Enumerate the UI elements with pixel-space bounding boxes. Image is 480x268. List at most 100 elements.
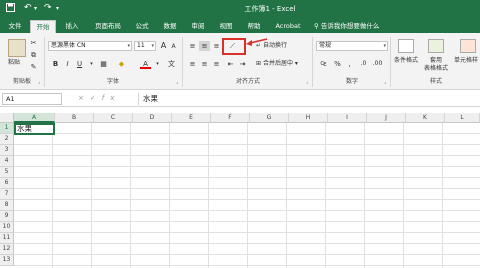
row-header[interactable]: 8 xyxy=(0,200,14,211)
paste-icon[interactable] xyxy=(8,39,26,57)
column-header[interactable]: D xyxy=(133,113,172,123)
row-header[interactable]: 2 xyxy=(0,134,14,145)
align-right-icon[interactable]: ≡ xyxy=(211,59,222,69)
paste-button-label[interactable]: 粘贴 xyxy=(8,59,20,67)
shrink-font-button[interactable]: A xyxy=(168,42,179,52)
font-size-combo[interactable]: 11 ▾ xyxy=(134,41,156,51)
tab-review[interactable]: 审阅 xyxy=(186,20,210,33)
alignment-group-label: 对齐方式 xyxy=(235,78,260,85)
align-middle-icon[interactable]: ≡ xyxy=(199,41,210,51)
decrease-decimal-icon[interactable]: .00 xyxy=(372,59,383,69)
title-bar: ↶ ▾ ↷ ▾ 工作簿1 - Excel xyxy=(0,0,480,18)
column-header[interactable]: C xyxy=(94,113,133,123)
align-top-icon[interactable]: ≡ xyxy=(187,41,198,51)
accounting-format-icon[interactable]: ₠ xyxy=(318,59,329,69)
alignment-launcher-icon[interactable]: ⌟ xyxy=(306,79,308,85)
borders-icon[interactable]: ▦ xyxy=(98,59,109,69)
name-box[interactable]: A1 xyxy=(2,93,62,105)
tab-page-layout[interactable]: 页面布局 xyxy=(90,20,126,33)
cell-styles-label[interactable]: 单元格样 xyxy=(454,57,478,65)
lightbulb-icon: ⚲ xyxy=(314,22,319,30)
cancel-icon[interactable]: × xyxy=(78,94,90,102)
row-header[interactable]: 13 xyxy=(0,255,14,266)
formula-bar: A1 ×✓fx 水果 xyxy=(0,91,480,107)
conditional-format-label[interactable]: 条件格式 xyxy=(394,57,418,65)
column-header[interactable]: B xyxy=(55,113,94,123)
font-name-combo[interactable]: 思源黑体 CN ▾ xyxy=(48,41,132,51)
separator xyxy=(390,37,391,87)
italic-button[interactable]: I xyxy=(62,59,73,69)
row-header[interactable]: 9 xyxy=(0,211,14,222)
row-header[interactable]: 11 xyxy=(0,233,14,244)
enter-icon[interactable]: ✓ xyxy=(90,94,102,102)
copy-icon[interactable]: ⧉ xyxy=(28,50,39,60)
column-header[interactable]: L xyxy=(445,113,480,123)
column-header[interactable]: H xyxy=(289,113,328,123)
align-left-icon[interactable]: ≡ xyxy=(187,59,198,69)
row-header[interactable]: 5 xyxy=(0,167,14,178)
column-header[interactable]: E xyxy=(172,113,211,123)
increase-decimal-icon[interactable]: .0 xyxy=(358,59,369,69)
number-group-label: 数字 xyxy=(345,78,358,85)
clipboard-group-label: 剪贴板 xyxy=(12,78,31,85)
underline-dropdown-icon[interactable]: ▾ xyxy=(86,59,97,69)
column-header[interactable]: F xyxy=(211,113,250,123)
decrease-indent-icon[interactable]: ⇤ xyxy=(225,59,236,69)
formula-input[interactable]: 水果 xyxy=(138,93,476,105)
tab-data[interactable]: 数据 xyxy=(158,20,182,33)
number-format-combo[interactable]: 常规 ▾ xyxy=(316,41,388,51)
font-color-button[interactable]: A xyxy=(140,59,151,69)
cut-icon[interactable]: ✂ xyxy=(28,38,39,48)
row-header[interactable]: 3 xyxy=(0,145,14,156)
format-as-table-icon[interactable] xyxy=(428,39,444,53)
tab-file[interactable]: 文件 xyxy=(4,20,26,33)
tab-formulas[interactable]: 公式 xyxy=(130,20,154,33)
conditional-format-icon[interactable] xyxy=(398,39,414,53)
tab-view[interactable]: 视图 xyxy=(214,20,238,33)
active-cell-a1[interactable]: 水果 xyxy=(14,123,55,135)
annotation-highlight-box xyxy=(222,38,246,55)
select-all-corner[interactable] xyxy=(0,113,14,123)
align-center-icon[interactable]: ≡ xyxy=(199,59,210,69)
tab-help[interactable]: 帮助 xyxy=(242,20,266,33)
tell-me-search[interactable]: ⚲ 告诉我你想要做什么 xyxy=(314,20,379,32)
row-header[interactable]: 12 xyxy=(0,244,14,255)
clipboard-launcher-icon[interactable]: ⌟ xyxy=(38,79,40,85)
tab-home[interactable]: 开始 xyxy=(30,20,56,33)
tab-acrobat[interactable]: Acrobat xyxy=(270,20,306,33)
chevron-down-icon: ▾ xyxy=(294,60,298,67)
tell-me-text: 告诉我你想要做什么 xyxy=(320,22,380,30)
merge-center-button[interactable]: ⊞ 合并后居中 ▾ xyxy=(256,60,298,68)
column-header[interactable]: A xyxy=(14,113,55,123)
row-header[interactable]: 1 xyxy=(0,123,14,134)
comma-style-icon[interactable]: , xyxy=(344,59,355,69)
column-header[interactable]: I xyxy=(328,113,367,123)
format-as-table-label2[interactable]: 表格格式 xyxy=(424,65,448,73)
increase-indent-icon[interactable]: ⇥ xyxy=(237,59,248,69)
cell-area[interactable] xyxy=(14,123,480,268)
percent-icon[interactable]: % xyxy=(332,59,343,69)
underline-button[interactable]: U xyxy=(74,59,85,69)
format-painter-icon[interactable]: ✎ xyxy=(28,62,39,72)
cell-styles-icon[interactable] xyxy=(460,39,476,53)
number-launcher-icon[interactable]: ⌟ xyxy=(384,79,386,85)
align-bottom-icon[interactable]: ≡ xyxy=(211,41,222,51)
bold-button[interactable]: B xyxy=(50,59,61,69)
phonetic-icon[interactable]: 文 xyxy=(166,59,177,69)
row-header[interactable]: 7 xyxy=(0,189,14,200)
font-launcher-icon[interactable]: ⌟ xyxy=(176,79,178,85)
fill-color-icon[interactable]: ◆ xyxy=(116,59,127,69)
row-header[interactable]: 10 xyxy=(0,222,14,233)
font-name-value: 思源黑体 CN xyxy=(51,42,86,49)
format-as-table-label1[interactable]: 套用 xyxy=(430,57,442,65)
column-header[interactable]: G xyxy=(250,113,289,123)
column-header[interactable]: K xyxy=(406,113,445,123)
tab-insert[interactable]: 插入 xyxy=(60,20,84,33)
row-header[interactable]: 4 xyxy=(0,156,14,167)
annotation-arrow-icon xyxy=(246,38,268,46)
font-color-dropdown-icon[interactable]: ▾ xyxy=(152,59,163,69)
column-header[interactable]: J xyxy=(367,113,406,123)
fx-icon[interactable]: fx xyxy=(102,94,121,102)
row-header[interactable]: 6 xyxy=(0,178,14,189)
worksheet-grid: A B C D E F G H I J K L 1 2 3 4 5 6 7 8 … xyxy=(0,113,480,268)
